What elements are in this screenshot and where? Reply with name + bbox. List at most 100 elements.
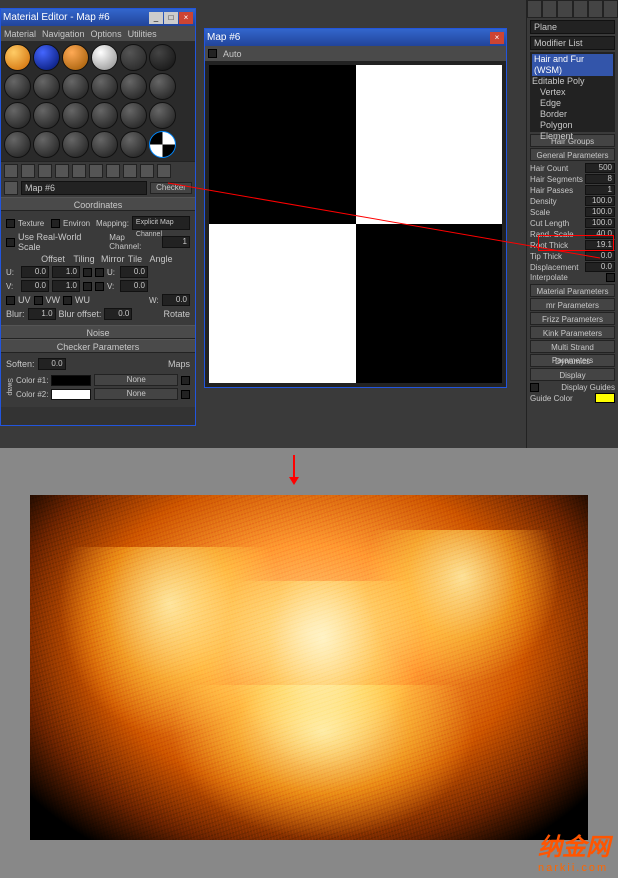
minimize-button[interactable]: _ bbox=[149, 12, 163, 24]
modifier-stack[interactable]: Hair and Fur (WSM) Editable Poly Vertex … bbox=[530, 52, 615, 132]
texture-radio[interactable] bbox=[6, 219, 15, 228]
material-slot[interactable] bbox=[33, 73, 60, 100]
soften-spinner[interactable]: 0.0 bbox=[38, 358, 66, 370]
rand-scale-spinner[interactable]: 40.0 bbox=[585, 229, 615, 239]
material-slot[interactable] bbox=[33, 131, 60, 158]
u-mirror-checkbox[interactable] bbox=[83, 268, 92, 277]
mapping-dropdown[interactable]: Explicit Map Channel bbox=[132, 216, 190, 230]
material-slot[interactable] bbox=[120, 73, 147, 100]
tip-thick-spinner[interactable]: 0.0 bbox=[585, 251, 615, 261]
goto-parent-icon[interactable] bbox=[4, 181, 18, 195]
stack-sub[interactable]: Edge bbox=[532, 98, 613, 109]
multi-strand-parameters-rollout[interactable]: Multi Strand Parameters bbox=[530, 340, 615, 353]
material-slot[interactable] bbox=[91, 73, 118, 100]
interpolate-checkbox[interactable] bbox=[606, 273, 615, 282]
u-tile-checkbox[interactable] bbox=[95, 268, 104, 277]
stack-sub[interactable]: Vertex bbox=[532, 87, 613, 98]
next-icon[interactable] bbox=[106, 164, 120, 178]
material-slot[interactable] bbox=[120, 131, 147, 158]
color1-swatch[interactable] bbox=[51, 375, 91, 386]
material-slot[interactable] bbox=[4, 44, 31, 71]
options-icon[interactable] bbox=[123, 164, 137, 178]
real-world-checkbox[interactable] bbox=[6, 238, 15, 247]
display-tab[interactable] bbox=[588, 0, 603, 18]
material-slot[interactable] bbox=[91, 131, 118, 158]
checker-rollout-title[interactable]: Checker Parameters bbox=[1, 339, 195, 353]
modifier-list-dropdown[interactable]: Modifier List bbox=[530, 36, 615, 50]
displacement-spinner[interactable]: 0.0 bbox=[585, 262, 615, 272]
blur-offset-spinner[interactable]: 0.0 bbox=[104, 308, 132, 320]
reset-icon[interactable] bbox=[55, 164, 69, 178]
mr-parameters-rollout[interactable]: mr Parameters bbox=[530, 298, 615, 311]
material-slot[interactable] bbox=[62, 131, 89, 158]
v-mirror-checkbox[interactable] bbox=[83, 282, 92, 291]
material-slot[interactable] bbox=[91, 44, 118, 71]
noise-rollout-title[interactable]: Noise bbox=[1, 325, 195, 339]
material-slot[interactable] bbox=[62, 44, 89, 71]
color1-map-button[interactable]: None bbox=[94, 374, 178, 386]
material-slot[interactable] bbox=[120, 102, 147, 129]
color1-map-enable[interactable] bbox=[181, 376, 190, 385]
map-channel-spinner[interactable]: 1 bbox=[162, 236, 190, 248]
pin-icon[interactable] bbox=[72, 164, 86, 178]
close-button[interactable]: × bbox=[179, 12, 193, 24]
hair-passes-spinner[interactable]: 1 bbox=[585, 185, 615, 195]
material-slot[interactable] bbox=[149, 73, 176, 100]
material-slot[interactable] bbox=[4, 73, 31, 100]
close-button[interactable]: × bbox=[490, 32, 504, 44]
stack-item-base[interactable]: Editable Poly bbox=[532, 76, 613, 87]
cut-length-spinner[interactable]: 100.0 bbox=[585, 218, 615, 228]
density-spinner[interactable]: 100.0 bbox=[585, 196, 615, 206]
material-slot-checker[interactable] bbox=[149, 131, 176, 158]
material-slot[interactable] bbox=[91, 102, 118, 129]
assign-icon[interactable] bbox=[21, 164, 35, 178]
create-tab[interactable] bbox=[527, 0, 542, 18]
menu-options[interactable]: Options bbox=[91, 29, 122, 39]
v-tiling-spinner[interactable]: 1.0 bbox=[52, 280, 80, 292]
general-parameters-title[interactable]: General Parameters bbox=[530, 148, 615, 161]
eyedropper-icon[interactable] bbox=[4, 164, 18, 178]
root-thick-spinner[interactable]: 19.1 bbox=[585, 240, 615, 250]
material-slot[interactable] bbox=[33, 44, 60, 71]
u-tiling-spinner[interactable]: 1.0 bbox=[52, 266, 80, 278]
material-slot[interactable] bbox=[120, 44, 147, 71]
frizz-parameters-rollout[interactable]: Frizz Parameters bbox=[530, 312, 615, 325]
uv-radio[interactable] bbox=[6, 296, 15, 305]
material-slot[interactable] bbox=[62, 73, 89, 100]
wu-radio[interactable] bbox=[63, 296, 72, 305]
map-preview-titlebar[interactable]: Map #6 × bbox=[205, 29, 506, 46]
swap-button[interactable]: Swap bbox=[6, 378, 13, 396]
hierarchy-tab[interactable] bbox=[557, 0, 572, 18]
u-angle-spinner[interactable]: 0.0 bbox=[120, 266, 148, 278]
material-slot[interactable] bbox=[62, 102, 89, 129]
color2-swatch[interactable] bbox=[51, 389, 91, 400]
modify-tab[interactable] bbox=[542, 0, 557, 18]
blur-spinner[interactable]: 1.0 bbox=[28, 308, 56, 320]
show-map-icon[interactable] bbox=[89, 164, 103, 178]
by-name-icon[interactable] bbox=[157, 164, 171, 178]
utilities-tab[interactable] bbox=[603, 0, 618, 18]
material-slot[interactable] bbox=[149, 102, 176, 129]
stack-sub[interactable]: Border bbox=[532, 109, 613, 120]
guide-color-swatch[interactable] bbox=[595, 393, 615, 403]
menu-navigation[interactable]: Navigation bbox=[42, 29, 85, 39]
v-offset-spinner[interactable]: 0.0 bbox=[21, 280, 49, 292]
coordinates-rollout-title[interactable]: Coordinates bbox=[1, 197, 195, 211]
select-icon[interactable] bbox=[140, 164, 154, 178]
material-slot[interactable] bbox=[33, 102, 60, 129]
stack-sub[interactable]: Polygon bbox=[532, 120, 613, 131]
scale-spinner[interactable]: 100.0 bbox=[585, 207, 615, 217]
v-angle-spinner[interactable]: 0.0 bbox=[120, 280, 148, 292]
w-angle-spinner[interactable]: 0.0 bbox=[162, 294, 190, 306]
motion-tab[interactable] bbox=[573, 0, 588, 18]
v-tile-checkbox[interactable] bbox=[95, 282, 104, 291]
rotate-button[interactable]: Rotate bbox=[163, 309, 190, 319]
environ-radio[interactable] bbox=[51, 219, 60, 228]
color2-map-enable[interactable] bbox=[181, 390, 190, 399]
menu-material[interactable]: Material bbox=[4, 29, 36, 39]
u-offset-spinner[interactable]: 0.0 bbox=[21, 266, 49, 278]
material-slot[interactable] bbox=[4, 102, 31, 129]
maximize-button[interactable]: □ bbox=[164, 12, 178, 24]
vw-radio[interactable] bbox=[34, 296, 43, 305]
delete-icon[interactable] bbox=[38, 164, 52, 178]
